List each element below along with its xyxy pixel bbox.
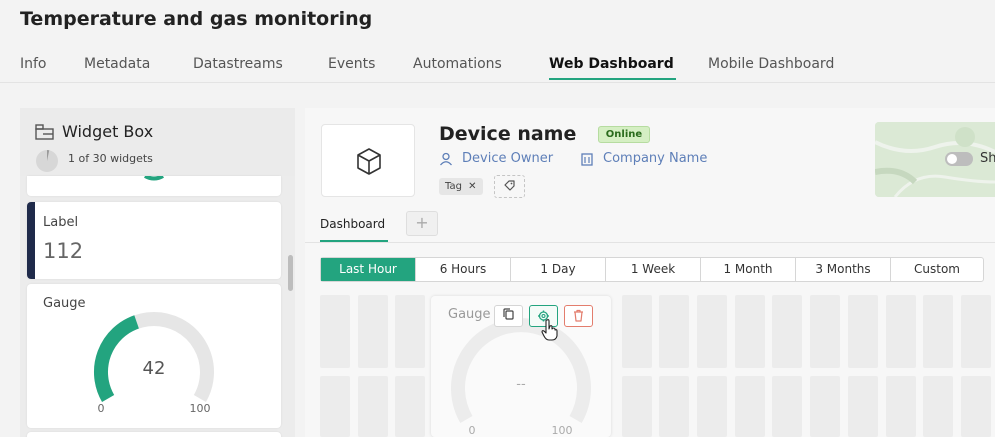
page-title: Temperature and gas monitoring [20, 8, 373, 30]
grid-cell[interactable] [697, 295, 727, 368]
grid-cell[interactable] [810, 376, 841, 437]
grid-cell[interactable] [847, 376, 878, 437]
device-name: Device name [439, 123, 577, 145]
add-tag-button[interactable] [494, 175, 525, 198]
tab-datastreams[interactable]: Datastreams [193, 56, 283, 72]
label-widget-card[interactable]: Label 112 [27, 202, 281, 279]
copy-icon [503, 308, 514, 320]
grid-cell[interactable] [395, 376, 426, 437]
map-toggle[interactable] [945, 152, 973, 166]
range-1-month[interactable]: 1 Month [701, 258, 796, 281]
grid-cell[interactable] [847, 295, 878, 368]
label-widget-name: Label [43, 215, 79, 230]
device-image[interactable] [321, 124, 415, 197]
dashboard-tabs-divider [305, 242, 995, 243]
label-widget-color-bar [27, 202, 35, 279]
tab-dashboard[interactable]: Dashboard [320, 217, 385, 231]
grid-cell[interactable] [885, 376, 916, 437]
tab-info[interactable]: Info [20, 56, 47, 72]
grid-cell[interactable] [923, 295, 954, 368]
copy-widget-button[interactable] [494, 305, 523, 327]
active-tab-indicator [549, 78, 676, 80]
gauge-widget-value: 42 [143, 358, 166, 379]
widget-usage-pie [36, 150, 58, 172]
device-map[interactable] [875, 122, 995, 197]
company-name-link[interactable]: Company Name [603, 151, 707, 166]
gauge-widget-fill [94, 315, 140, 402]
widget-count: 1 of 30 widgets [68, 152, 153, 165]
range-3-months[interactable]: 3 Months [796, 258, 891, 281]
grid-cell[interactable] [734, 376, 765, 437]
range-1-week[interactable]: 1 Week [606, 258, 701, 281]
device-tag[interactable]: Tag ✕ [439, 178, 483, 195]
grid-cell[interactable] [659, 295, 690, 368]
range-custom[interactable]: Custom [891, 258, 983, 281]
device-tag-label: Tag [445, 181, 462, 192]
grid-cell[interactable] [772, 376, 803, 437]
placed-gauge-min: 0 [469, 424, 476, 437]
tab-web-dashboard[interactable]: Web Dashboard [549, 56, 674, 72]
placed-gauge-track [451, 318, 591, 423]
tag-icon [504, 180, 515, 191]
add-dashboard-tab-button[interactable]: + [406, 211, 438, 236]
widget-box-scrollbar[interactable] [288, 255, 293, 291]
widget-box-title: Widget Box [62, 122, 154, 141]
range-last-hour[interactable]: Last Hour [321, 258, 416, 281]
grid-cell[interactable] [810, 295, 841, 368]
hand-pointer-icon [541, 319, 558, 341]
tab-events[interactable]: Events [328, 56, 375, 72]
range-6-hours[interactable]: 6 Hours [416, 258, 511, 281]
grid-cell[interactable] [697, 376, 727, 437]
device-owner-link[interactable]: Device Owner [462, 151, 553, 166]
tab-mobile-dashboard[interactable]: Mobile Dashboard [708, 56, 834, 72]
map-graphic [875, 122, 995, 197]
placed-gauge-max: 100 [552, 424, 573, 437]
status-badge: Online [598, 126, 650, 143]
widget-card-peek[interactable] [27, 174, 281, 196]
grid-cell[interactable] [621, 376, 652, 437]
tab-metadata[interactable]: Metadata [84, 56, 150, 72]
close-icon[interactable]: ✕ [468, 181, 476, 192]
grid-cell[interactable] [395, 295, 426, 368]
grid-cell[interactable] [320, 376, 350, 437]
user-icon [440, 152, 452, 166]
label-widget-value: 112 [43, 239, 84, 263]
grid-cell[interactable] [885, 295, 916, 368]
grid-cell[interactable] [772, 295, 803, 368]
grid-cell[interactable] [734, 295, 765, 368]
building-icon [581, 153, 593, 166]
gauge-widget-min: 0 [98, 402, 105, 415]
trash-icon [574, 309, 583, 322]
grid-cell[interactable] [357, 295, 388, 368]
cube-icon [357, 148, 381, 175]
widget-card-peek-bottom[interactable] [27, 432, 281, 437]
gauge-widget-graphic: 42 0 100 [94, 312, 214, 415]
grid-cell[interactable] [960, 376, 991, 437]
grid-cell[interactable] [320, 295, 350, 368]
range-1-day[interactable]: 1 Day [511, 258, 606, 281]
grid-cell[interactable] [621, 295, 652, 368]
grid-cell[interactable] [357, 376, 388, 437]
placed-gauge-value: -- [516, 377, 526, 392]
gauge-widget-max: 100 [190, 402, 211, 415]
grid-cell[interactable] [960, 295, 991, 368]
gauge-widget-card[interactable]: Gauge 42 0 100 [27, 284, 281, 428]
time-range-selector: Last Hour 6 Hours 1 Day 1 Week 1 Month 3… [320, 257, 984, 282]
grid-cell[interactable] [659, 376, 690, 437]
grid-cell[interactable] [923, 376, 954, 437]
map-toggle-label: Sh [980, 151, 995, 166]
tab-automations[interactable]: Automations [413, 56, 502, 72]
widget-card-peek-arc [144, 174, 164, 181]
delete-widget-button[interactable] [564, 305, 593, 327]
widget-box-header: Widget Box 1 of 30 widgets [20, 108, 295, 176]
widget-box-icon [35, 124, 54, 140]
main-tabs: Info Metadata Datastreams Events Automat… [0, 50, 995, 83]
